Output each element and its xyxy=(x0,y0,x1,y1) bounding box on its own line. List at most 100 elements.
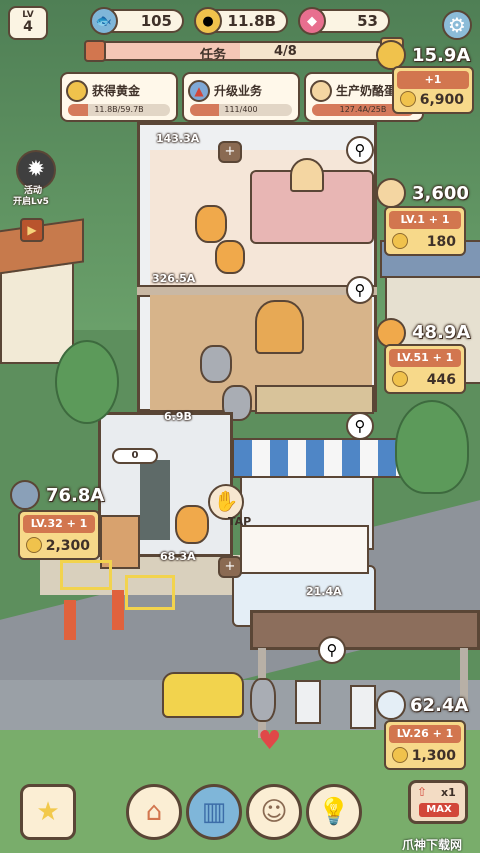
traffic-pole xyxy=(64,600,76,640)
crate-icon xyxy=(10,480,40,510)
traffic-pole xyxy=(112,590,124,630)
fuel-pump xyxy=(350,685,376,729)
business-income: 48.9A xyxy=(412,322,471,343)
business-income: 76.8A xyxy=(46,485,105,506)
gas-station-roof xyxy=(250,610,480,650)
coin-counter[interactable]: ● 11.8B xyxy=(194,7,288,35)
floor-income-label: 21.4A xyxy=(306,585,342,598)
heart-icon[interactable]: ♥ xyxy=(258,728,286,754)
upgrade-level: +1 xyxy=(397,71,469,89)
floor-income-label: 326.5A xyxy=(152,272,196,285)
upgrade-level: LV.26 + 1 xyxy=(389,725,461,743)
buildings-icon[interactable]: ▥ xyxy=(186,784,242,840)
task-label: 任务 xyxy=(200,48,227,61)
cheesecake-icon xyxy=(310,80,332,102)
quest-progress-value: 11.8B/59.7B xyxy=(94,105,144,114)
coin-icon xyxy=(400,91,416,107)
floor-income-label: 6.9B xyxy=(164,410,192,423)
quest-progress-bar: 11.8B/59.7B xyxy=(68,104,170,116)
boost-button[interactable]: ⇧ x1 MAX xyxy=(408,780,468,824)
coin-value: 11.8B xyxy=(227,12,276,30)
floor-income-label: 68.3A xyxy=(160,550,196,563)
yellow-fence xyxy=(60,560,112,590)
cat-worker xyxy=(215,240,245,274)
quest-progress-value: 111/400 xyxy=(224,105,258,114)
level-value: 4 xyxy=(23,19,33,35)
tree xyxy=(55,340,119,424)
counter-table xyxy=(255,385,374,414)
gem-counter[interactable]: ◆ 53 xyxy=(298,7,390,35)
event-unlock-label: 开启Lv5 xyxy=(13,197,49,207)
business-upgrade-button[interactable]: +1 6,900 xyxy=(392,66,474,114)
add-floor-icon[interactable]: + xyxy=(218,141,242,163)
business-income: 3,600 xyxy=(412,183,469,204)
shop-icon[interactable]: ⌂ xyxy=(126,784,182,840)
upgrade-level: LV.51 + 1 xyxy=(389,349,461,367)
coin-icon xyxy=(392,371,408,387)
upgrade-cost: 446 xyxy=(426,372,456,388)
fish-counter[interactable]: 🐟 105 xyxy=(90,7,184,35)
garage-counter: 0 xyxy=(112,448,158,464)
upgrade-level: LV.32 + 1 xyxy=(23,515,95,533)
pancake-icon xyxy=(376,178,406,208)
bread-display xyxy=(255,300,304,354)
magnifier-icon[interactable]: ⚲ xyxy=(346,276,374,304)
fish-icon: 🐟 xyxy=(90,7,118,35)
star-icon[interactable]: ★ xyxy=(20,784,76,840)
coin-icon xyxy=(392,747,408,763)
upgrade-cost: 6,900 xyxy=(419,92,464,108)
garage-door xyxy=(140,460,170,540)
quest-card-upgrade[interactable]: ▲ 升级业务 111/400 xyxy=(182,72,300,122)
coin-icon xyxy=(66,80,88,102)
truck-cargo-boxes xyxy=(240,525,369,574)
business-income: 15.9A xyxy=(412,45,471,66)
tap-label: TAP xyxy=(228,515,252,528)
shop-awning xyxy=(232,438,402,478)
settings-gear-icon[interactable]: ⚙ xyxy=(442,10,472,40)
video-ad-icon[interactable]: ▶ xyxy=(20,218,44,242)
lightbulb-icon[interactable]: 💡 xyxy=(306,784,362,840)
business-upgrade-button[interactable]: LV.51 + 1 446 xyxy=(384,344,466,394)
quest-card-gold[interactable]: 获得黄金 11.8B/59.7B xyxy=(60,72,178,122)
magnifier-icon[interactable]: ⚲ xyxy=(318,636,346,664)
truck-icon xyxy=(376,690,406,720)
cheesecake-display xyxy=(290,158,324,192)
quest-title: 升级业务 xyxy=(214,84,263,98)
upgrade-cost: 1,300 xyxy=(411,748,456,764)
boost-arrow-icon: ⇧ xyxy=(417,785,428,799)
cat-worker xyxy=(200,345,232,383)
tree xyxy=(395,400,469,494)
coin-icon xyxy=(26,537,42,553)
yellow-car xyxy=(162,672,244,718)
task-scroll-icon xyxy=(84,40,106,62)
cat-walker xyxy=(250,678,276,722)
task-count: 4/8 xyxy=(274,44,297,59)
upgrade-cost: 180 xyxy=(426,234,456,250)
fish-value: 105 xyxy=(140,12,172,30)
upgrade-level: LV.1 + 1 xyxy=(389,211,461,229)
cat-worker xyxy=(175,505,209,544)
gem-value: 53 xyxy=(357,12,378,30)
cat-staff-icon[interactable]: ☺ xyxy=(246,784,302,840)
boost-max-label: MAX xyxy=(419,803,459,817)
business-income: 62.4A xyxy=(410,695,469,716)
add-floor-icon[interactable]: + xyxy=(218,556,242,578)
upgrade-cost: 2,300 xyxy=(45,538,90,554)
magnifier-icon[interactable]: ⚲ xyxy=(346,412,374,440)
quest-progress-bar: 111/400 xyxy=(190,104,292,116)
business-upgrade-button[interactable]: LV.1 + 1 180 xyxy=(384,206,466,256)
task-progress-bar[interactable]: 任务 4/8 xyxy=(92,41,388,61)
coin-icon: ● xyxy=(194,7,222,35)
magnifier-icon[interactable]: ⚲ xyxy=(346,136,374,164)
cat-worker xyxy=(195,205,227,243)
boost-multiplier: x1 xyxy=(441,786,456,799)
watermark: 爪神下载网 xyxy=(402,838,463,852)
business-upgrade-button[interactable]: LV.32 + 1 2,300 xyxy=(18,510,100,560)
player-level-badge[interactable]: LV 4 xyxy=(8,6,48,40)
fuel-pump xyxy=(295,680,321,724)
yellow-fence xyxy=(125,575,175,610)
gem-icon: ◆ xyxy=(298,7,326,35)
quest-title: 获得黄金 xyxy=(92,84,141,98)
upgrade-arrow-icon: ▲ xyxy=(188,80,210,102)
business-upgrade-button[interactable]: LV.26 + 1 1,300 xyxy=(384,720,466,770)
